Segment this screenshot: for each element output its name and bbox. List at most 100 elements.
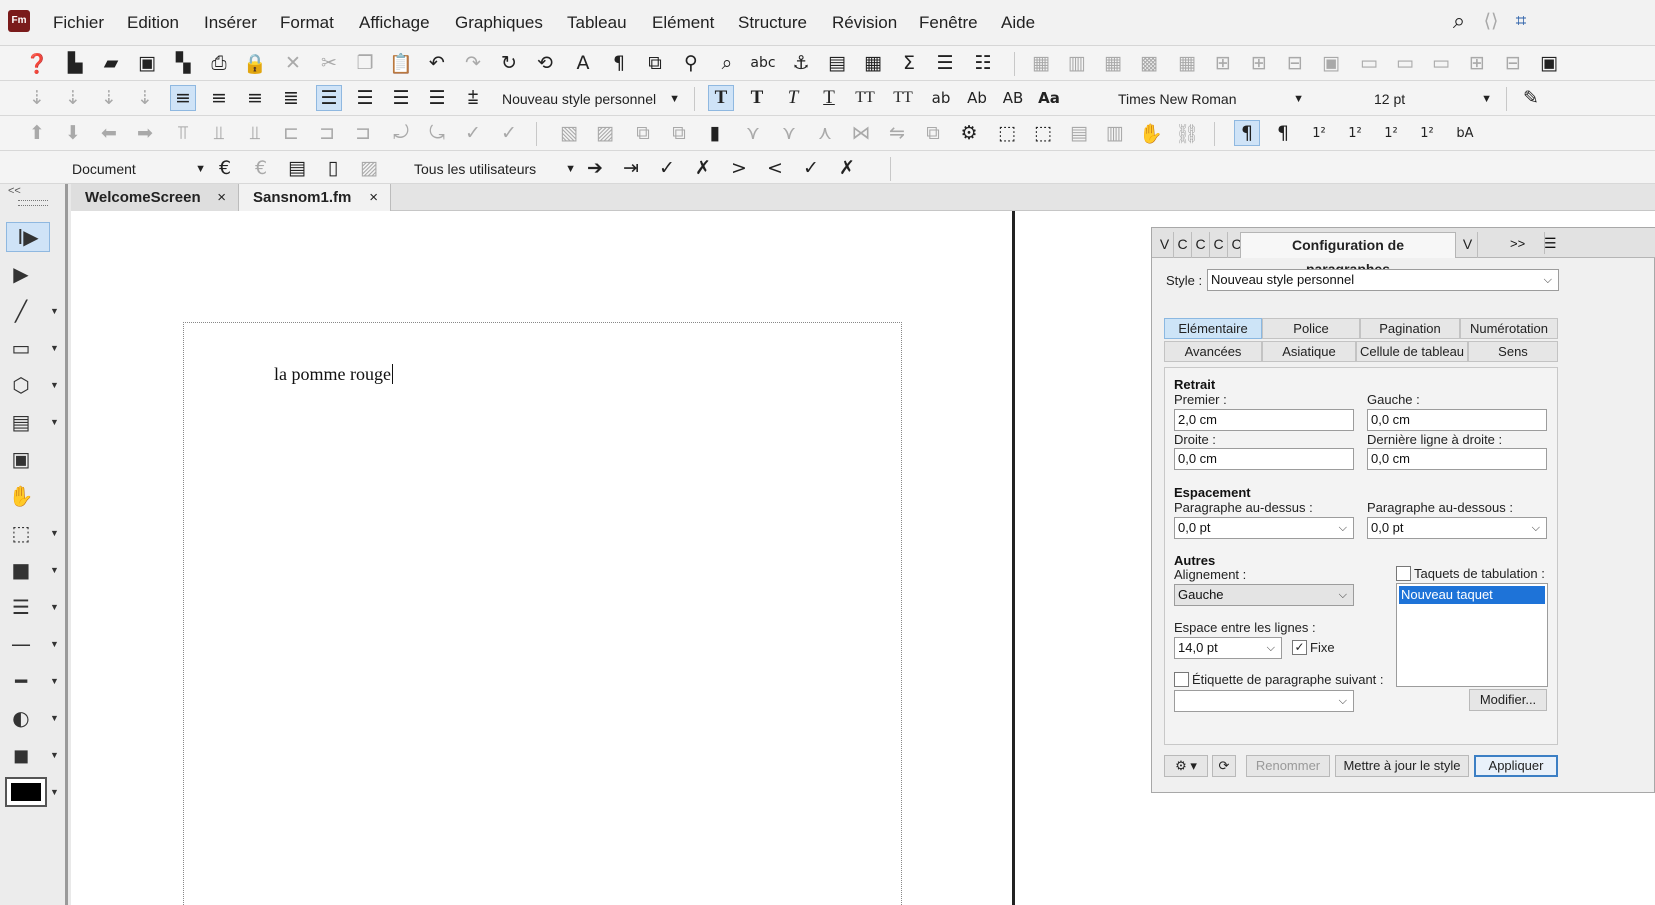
close-icon[interactable]: × [369,184,378,211]
rectangle-tool-icon[interactable]: ▭ [6,333,36,363]
code-view-icon[interactable]: ⟨⟩ [1478,8,1504,34]
preview-final-icon[interactable]: ▤ [284,155,310,181]
tab-avancees[interactable]: Avancées [1164,341,1262,362]
modifier-button[interactable]: Modifier... [1469,689,1547,711]
gauche-field[interactable]: 0,0 cm [1367,409,1547,431]
variable-icon[interactable]: ☰ [932,50,958,76]
reject-change-icon[interactable]: ✗ [690,155,716,181]
taquets-list[interactable]: Nouveau taquet [1396,583,1548,687]
show-changes-icon[interactable]: ▨ [356,155,382,181]
color-swatch[interactable] [5,777,47,807]
digits2-icon[interactable]: 1² [1342,120,1368,146]
help-icon[interactable]: ❓ [24,50,50,76]
table-insert-row-icon[interactable]: ▦ [1028,50,1054,76]
panel-layout-icon[interactable]: ▣ [1536,50,1562,76]
chevron-down-icon[interactable]: ▼ [50,306,59,316]
line-style-icon[interactable]: ━ [6,666,36,696]
etiquette-dropdown[interactable]: ⌵ [1174,690,1354,712]
zoom-icon[interactable]: ⌕ [714,50,740,76]
table-cells-icon[interactable]: ▦ [1174,50,1200,76]
tab-paragraph-designer[interactable]: Configuration de paragraphes [1240,232,1456,277]
tab-asiatique[interactable]: Asiatique [1262,341,1356,362]
para-down4-icon[interactable]: ⇣ [132,85,158,111]
panel-tab-collapsed[interactable]: C [1210,232,1228,258]
delete-icon[interactable]: ✕ [280,50,306,76]
join-icon[interactable]: ⋈ [848,120,874,146]
arrow-down-icon[interactable]: ⬇ [60,120,86,146]
repeat-icon[interactable]: ↻ [496,50,522,76]
table-add-icon[interactable]: ⊞ [1210,50,1236,76]
copy-icon[interactable]: ❐ [352,50,378,76]
accept-all-doc-icon[interactable]: ✓ [798,155,824,181]
accept-all-icon[interactable]: > [726,155,752,181]
document-text[interactable]: la pomme rouge [274,364,393,385]
overprint-icon[interactable]: ◼ [6,740,36,770]
spellcheck-icon[interactable]: abc [750,50,776,76]
fill-color-icon[interactable]: ■ [6,555,36,585]
dessus-dropdown[interactable]: 0,0 pt ⌵ [1174,517,1354,539]
edit-code-icon[interactable]: ✎ [1518,85,1544,111]
menu-affichage[interactable]: Affichage [359,13,430,33]
text-frame-tool-icon[interactable]: ▤ [6,407,36,437]
ungroup-icon[interactable]: ▨ [592,120,618,146]
para-down2-icon[interactable]: ⇣ [60,85,86,111]
menu-edition[interactable]: Edition [127,13,179,33]
graphics-frame-tool-icon[interactable]: ▣ [6,444,36,474]
menu-format[interactable]: Format [280,13,334,33]
rotate-icon[interactable]: ⤾ [388,120,414,146]
frame-tools-icon[interactable]: ▥ [1102,120,1128,146]
align-right-icon[interactable]: ≡ [242,85,268,111]
font-size-dropdown[interactable]: 12 pt ▼ [1374,87,1492,111]
track-changes-off-icon[interactable]: € [248,155,274,181]
align-bottoms-icon[interactable]: ⫫ [242,120,268,146]
flip-horizontal-icon[interactable]: ⇋ [884,120,910,146]
scale-icon[interactable]: ⧉ [920,120,946,146]
text-frame[interactable] [183,322,902,905]
update-style-button[interactable]: Mettre à jour le style [1335,755,1469,777]
chevron-down-icon[interactable]: ▼ [50,343,59,353]
tab-numerotation[interactable]: Numérotation [1460,318,1558,339]
menu-inserer[interactable]: Insérer [204,13,257,33]
hand-tool-icon[interactable]: ✋ [6,481,36,511]
align-centers-icon[interactable]: ⊐ [314,120,340,146]
etiquette-checkbox[interactable] [1174,672,1189,687]
chevron-down-icon[interactable]: ▼ [50,713,59,723]
table-grid-icon[interactable]: ▦ [1100,50,1126,76]
text-underline-button[interactable]: T [816,85,842,111]
settings-menu-button[interactable]: ⚙ ▾ [1164,755,1208,777]
smooth-icon[interactable]: ⋎ [776,120,802,146]
track-changes-icon[interactable]: € [212,155,238,181]
text-uppercase-button[interactable]: AB [1000,85,1026,111]
bidi-icon[interactable]: bA [1452,120,1478,146]
line-spacing-custom-icon[interactable]: ☰ [424,85,450,111]
tint-icon[interactable]: ◐ [6,703,36,733]
cut-icon[interactable]: ✂ [316,50,342,76]
frame-edit-icon[interactable]: ✋ [1138,120,1164,146]
check2-icon[interactable]: ✓ [496,120,522,146]
text-inset-icon[interactable]: A [570,50,596,76]
derniere-ligne-field[interactable]: 0,0 cm [1367,448,1547,470]
menu-graphiques[interactable]: Graphiques [455,13,543,33]
apply-button[interactable]: Appliquer [1474,755,1558,777]
find-icon[interactable]: ⚲ [678,50,704,76]
text-superscript-button[interactable]: TT [852,85,878,111]
refresh-button[interactable]: ⟳ [1212,755,1236,777]
numbered-list-icon[interactable]: ☷ [970,50,996,76]
tab-sens[interactable]: Sens [1468,341,1558,362]
rename-button[interactable]: Renommer [1246,755,1330,777]
menu-structure[interactable]: Structure [738,13,807,33]
menu-fenetre[interactable]: Fenêtre [919,13,978,33]
menu-element[interactable]: Elément [652,13,714,33]
digits4-icon[interactable]: 1² [1414,120,1440,146]
taquets-checkbox[interactable] [1396,566,1411,581]
table-lock-icon[interactable]: ▣ [1318,50,1344,76]
table-body-icon[interactable]: ▭ [1392,50,1418,76]
reject-next-icon[interactable]: ⇥ [618,155,644,181]
insert-table-icon[interactable]: ▦ [860,50,886,76]
droite-field[interactable]: 0,0 cm [1174,448,1354,470]
premier-field[interactable]: 2,0 cm [1174,409,1354,431]
font-family-dropdown[interactable]: Times New Roman ▼ [1118,87,1304,111]
collapse-panel-button[interactable]: << [8,185,21,197]
digits3-icon[interactable]: 1² [1378,120,1404,146]
arrow-right-icon[interactable]: ➡ [132,120,158,146]
